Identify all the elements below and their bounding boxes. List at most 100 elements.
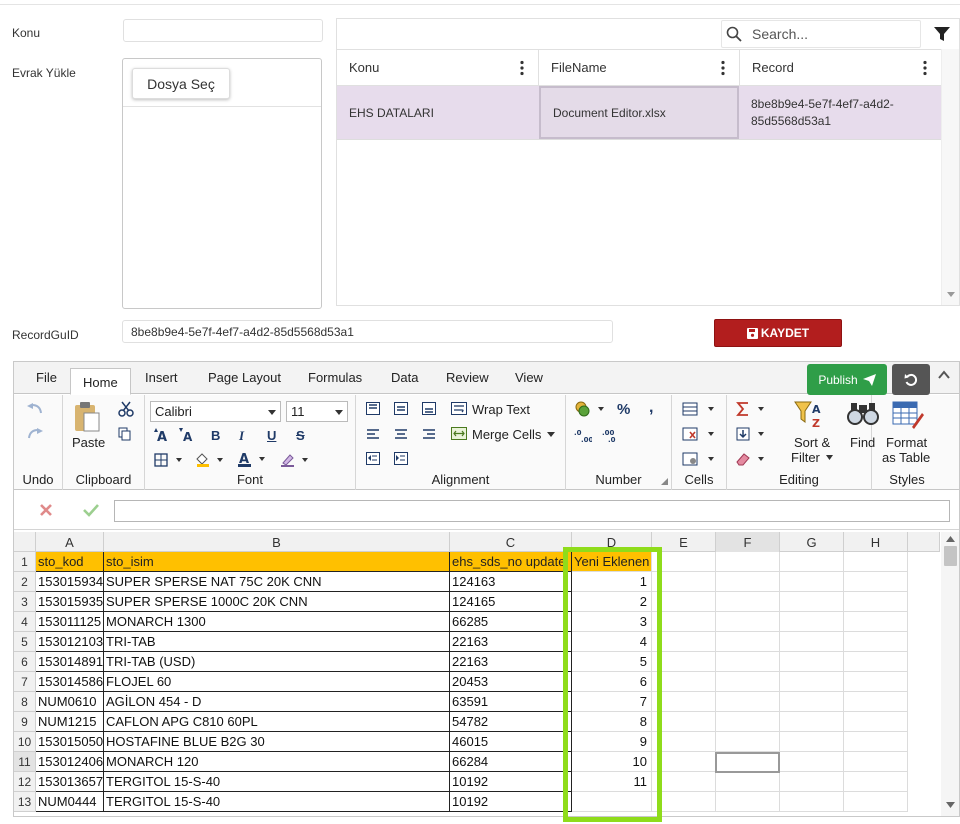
cell-b[interactable]: HOSTAFINE BLUE B2G 30 (104, 732, 450, 752)
scroll-down-icon[interactable] (946, 291, 956, 299)
cell-empty[interactable] (844, 632, 908, 652)
scroll-down-icon[interactable] (946, 802, 955, 808)
cell-empty[interactable] (780, 552, 844, 572)
collapse-ribbon-icon[interactable] (938, 370, 950, 380)
chevron-down-icon[interactable] (826, 455, 833, 460)
cell-empty[interactable] (780, 752, 844, 772)
column-menu-icon[interactable] (923, 60, 927, 76)
row-header[interactable]: 9 (14, 712, 36, 732)
cell-empty[interactable] (716, 772, 780, 792)
cell-empty[interactable] (844, 752, 908, 772)
cell-empty[interactable] (780, 672, 844, 692)
cell-empty[interactable] (844, 592, 908, 612)
fill-icon[interactable] (736, 427, 766, 441)
chevron-down-icon[interactable] (547, 432, 555, 437)
cell-empty[interactable] (844, 772, 908, 792)
grow-font-icon[interactable]: A (154, 428, 172, 442)
cell-c[interactable]: 66284 (450, 752, 572, 772)
format-table-label-1[interactable]: Format (886, 435, 927, 450)
cell-c[interactable]: 66285 (450, 612, 572, 632)
tab-data[interactable]: Data (391, 370, 418, 385)
strikethrough-button[interactable]: S (296, 428, 305, 443)
cell-a[interactable]: 153015934 (36, 572, 104, 592)
cell-empty[interactable] (716, 592, 780, 612)
grid-row[interactable]: EHS DATALARI Document Editor.xlsx 8be8b9… (337, 86, 941, 140)
scroll-up-icon[interactable] (946, 536, 955, 542)
cell-empty[interactable] (844, 672, 908, 692)
cell-b[interactable]: TERGITOL 15-S-40 (104, 772, 450, 792)
cell-empty[interactable] (780, 692, 844, 712)
fill-color-icon[interactable] (195, 453, 225, 467)
cell-b[interactable]: TRI-TAB (104, 632, 450, 652)
copy-icon[interactable] (118, 427, 132, 441)
column-menu-icon[interactable] (721, 60, 725, 76)
file-upload-area[interactable]: Dosya Seç (122, 58, 322, 309)
cell-filename[interactable]: Document Editor.xlsx (539, 86, 739, 139)
cell-empty[interactable] (844, 712, 908, 732)
bold-button[interactable]: B (211, 428, 220, 443)
decrease-indent-icon[interactable] (366, 452, 380, 465)
align-middle-icon[interactable] (394, 402, 408, 415)
cell-empty[interactable] (844, 792, 908, 812)
undo-icon[interactable] (26, 403, 44, 415)
cell-empty[interactable] (780, 792, 844, 812)
cell-empty[interactable] (780, 772, 844, 792)
merge-cells-icon[interactable] (451, 427, 467, 440)
tab-view[interactable]: View (515, 370, 543, 385)
row-header[interactable]: 10 (14, 732, 36, 752)
cell-a[interactable]: 153011125 (36, 612, 104, 632)
insert-cells-icon[interactable] (682, 402, 716, 416)
cell-c[interactable]: 10192 (450, 792, 572, 812)
cell-empty[interactable] (844, 552, 908, 572)
cell-a[interactable]: 153012406 (36, 752, 104, 772)
cell-c[interactable]: 22163 (450, 652, 572, 672)
cell-c[interactable]: 20453 (450, 672, 572, 692)
cell-empty[interactable] (844, 692, 908, 712)
sort-filter-icon[interactable]: AZ (794, 400, 826, 430)
column-header[interactable]: G (780, 532, 844, 552)
increase-decimal-icon[interactable]: .0.00 (574, 428, 592, 442)
filter-icon[interactable] (933, 25, 951, 43)
publish-button[interactable]: Publish (807, 364, 887, 395)
percent-button[interactable]: % (617, 401, 630, 418)
cell-a[interactable]: 153015935 (36, 592, 104, 612)
cell-empty[interactable] (780, 652, 844, 672)
row-header[interactable]: 2 (14, 572, 36, 592)
row-header[interactable]: 3 (14, 592, 36, 612)
scroll-thumb[interactable] (944, 546, 957, 566)
underline-button[interactable]: U (267, 428, 276, 443)
cell-a[interactable]: NUM0610 (36, 692, 104, 712)
column-header[interactable]: A (36, 532, 104, 552)
row-header[interactable]: 4 (14, 612, 36, 632)
cell-a[interactable]: sto_kod (36, 552, 104, 572)
cell-b[interactable]: CAFLON APG C810 60PL (104, 712, 450, 732)
cell-a[interactable]: NUM1215 (36, 712, 104, 732)
row-header[interactable]: 12 (14, 772, 36, 792)
format-cells-icon[interactable] (682, 452, 716, 466)
konu-input[interactable] (123, 19, 323, 42)
row-header[interactable]: 6 (14, 652, 36, 672)
tab-formulas[interactable]: Formulas (308, 370, 362, 385)
cell-empty[interactable] (716, 612, 780, 632)
cell-empty[interactable] (716, 652, 780, 672)
column-header-record[interactable]: Record (740, 50, 941, 85)
formula-input[interactable] (114, 500, 950, 522)
column-header[interactable]: C (450, 532, 572, 552)
select-all-corner[interactable] (14, 532, 36, 552)
tab-home[interactable]: Home (70, 368, 131, 395)
decrease-decimal-icon[interactable]: .00.0 (602, 428, 620, 442)
format-as-table-icon[interactable] (892, 401, 924, 429)
cell-b[interactable]: FLOJEL 60 (104, 672, 450, 692)
cell-empty[interactable] (844, 732, 908, 752)
tab-file[interactable]: File (36, 370, 57, 385)
column-header-filename[interactable]: FileName (539, 50, 740, 85)
grid-scrollbar[interactable] (941, 49, 959, 305)
cell-a[interactable]: 153013657 (36, 772, 104, 792)
cell-konu[interactable]: EHS DATALARI (337, 86, 539, 139)
cell-b[interactable]: sto_isim (104, 552, 450, 572)
cell-a[interactable]: 153015050 (36, 732, 104, 752)
autosum-icon[interactable] (736, 402, 766, 416)
paste-label[interactable]: Paste (72, 435, 105, 450)
cell-c[interactable]: 22163 (450, 632, 572, 652)
column-header[interactable]: B (104, 532, 450, 552)
